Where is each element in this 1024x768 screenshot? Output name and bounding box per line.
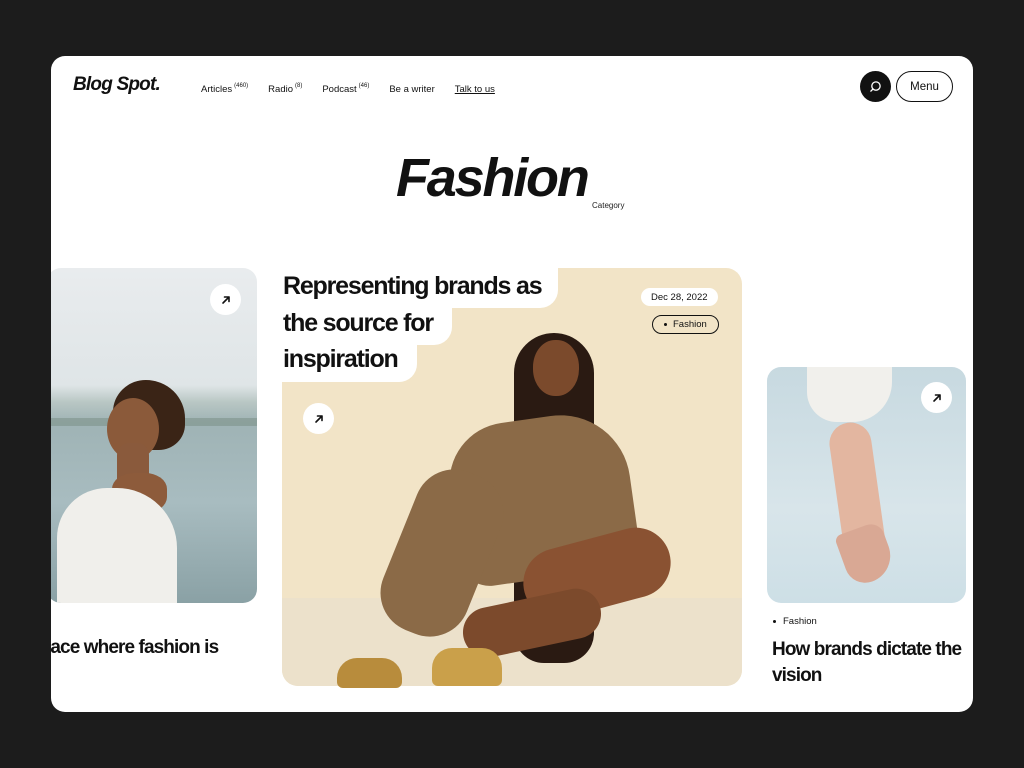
arrow-up-right-icon <box>314 414 323 423</box>
category-tag-label: Fashion <box>783 616 817 627</box>
open-article-button[interactable] <box>921 382 952 413</box>
image-sleeve <box>807 367 892 422</box>
article-card-right-image[interactable] <box>767 367 966 603</box>
arrow-up-right-icon <box>932 393 941 402</box>
nav-label: Podcast <box>322 84 357 95</box>
title-line: inspiration <box>283 345 399 373</box>
image-figure-body <box>57 488 177 603</box>
site-logo[interactable]: Blog Spot. <box>73 74 161 96</box>
date-badge: Dec 28, 2022 <box>641 288 718 306</box>
category-tag[interactable]: Fashion <box>652 315 719 334</box>
page-title: Fashion <box>396 148 590 208</box>
page-frame: Blog Spot. Articles (460) Radio (8) Podc… <box>51 56 973 712</box>
nav-label: Radio <box>268 84 293 95</box>
nav-count: (460) <box>234 83 249 89</box>
nav-count: (8) <box>295 83 303 89</box>
title-line: Representing brands as <box>283 272 543 300</box>
nav-item-talk-to-us[interactable]: Talk to us <box>455 84 495 95</box>
image-figure-shoe <box>337 658 402 688</box>
title-line: the source for <box>283 308 434 337</box>
nav-label: Articles <box>201 84 233 95</box>
arrow-up-right-icon <box>221 295 230 304</box>
search-button[interactable] <box>860 71 891 102</box>
article-title-right[interactable]: How brands dictate the vision <box>772 637 962 688</box>
nav-item-podcast[interactable]: Podcast (46) <box>322 83 370 95</box>
image-figure-shoe <box>432 648 502 686</box>
menu-button[interactable]: Menu <box>896 71 953 102</box>
category-tag-right[interactable]: Fashion <box>773 616 817 627</box>
bullet-dot <box>664 323 667 326</box>
bullet-dot <box>773 620 776 623</box>
nav-label: Talk to us <box>454 84 495 95</box>
nav-item-articles[interactable]: Articles (460) <box>201 83 249 95</box>
featured-article-title[interactable]: Representing brands as the source for in… <box>283 268 543 378</box>
article-title-left[interactable]: lace where fashion is <box>51 637 219 659</box>
search-icon <box>870 81 881 92</box>
nav-count: (46) <box>358 83 370 89</box>
main-nav: Articles (460) Radio (8) Podcast (46) Be… <box>201 83 495 95</box>
nav-item-be-a-writer[interactable]: Be a writer <box>389 84 434 95</box>
title-line: vision <box>772 664 822 686</box>
title-line: How brands dictate the <box>772 639 962 660</box>
page-subtitle: Category <box>592 201 625 210</box>
nav-label: Be a writer <box>389 84 435 95</box>
category-tag-label: Fashion <box>673 319 707 330</box>
open-article-button[interactable] <box>303 403 334 434</box>
open-article-button[interactable] <box>210 284 241 315</box>
article-card-left-image[interactable] <box>51 268 257 603</box>
nav-item-radio[interactable]: Radio (8) <box>268 83 303 95</box>
